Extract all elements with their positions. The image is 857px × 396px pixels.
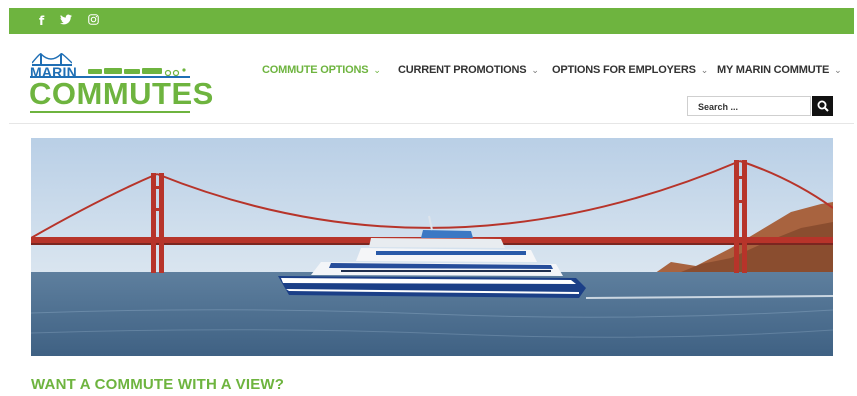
search-icon [817,100,829,112]
facebook-icon[interactable]: f [39,14,44,28]
chevron-down-icon: ⌄ [373,65,381,75]
twitter-icon[interactable] [60,14,73,28]
social-top-bar: f [9,8,854,34]
nav-item-label: MY MARIN COMMUTE [717,64,830,76]
marin-commutes-logo[interactable]: MARIN COMMUTES [29,52,213,116]
nav-item-label: COMMUTE OPTIONS [262,64,369,76]
chevron-down-icon: ⌄ [531,65,539,75]
search-button[interactable] [812,96,833,116]
chevron-down-icon: ⌄ [834,65,842,75]
search-box [687,96,822,116]
nav-item-commute-options[interactable]: COMMUTE OPTIONS ⌄ [262,64,381,76]
golden-gate-ferry-illustration [31,138,833,356]
vehicles-logo-icon [88,68,186,76]
nav-item-my-marin-commute[interactable]: MY MARIN COMMUTE ⌄ [717,64,842,76]
nav-item-label: OPTIONS FOR EMPLOYERS [552,64,696,76]
section-headline: WANT A COMMUTE WITH A VIEW? [31,376,285,393]
social-links: f [39,8,115,34]
chevron-down-icon: ⌄ [700,65,709,75]
instagram-icon[interactable] [88,14,100,28]
logo-commutes-text: COMMUTES [29,76,214,111]
header-divider [9,123,854,124]
search-input[interactable] [692,98,822,116]
nav-item-options-for-employers[interactable]: OPTIONS FOR EMPLOYERS ⌄ [552,64,708,76]
hero-image [31,138,833,356]
nav-item-label: CURRENT PROMOTIONS [398,64,527,76]
nav-item-current-promotions[interactable]: CURRENT PROMOTIONS ⌄ [398,64,539,76]
logo-underline [30,111,190,113]
